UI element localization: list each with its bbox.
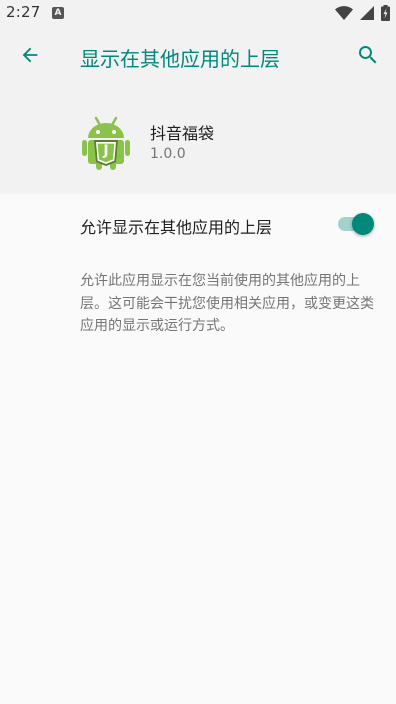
- cellular-signal-icon: [360, 6, 374, 20]
- toggle-thumb: [352, 213, 374, 235]
- android-app-icon: J: [82, 114, 130, 170]
- notification-icon: A: [52, 7, 64, 19]
- app-header: J 抖音福袋 1.0.0: [0, 88, 396, 194]
- status-icons: [335, 5, 390, 21]
- app-icon-letter: J: [103, 143, 109, 159]
- setting-description: 允许此应用显示在您当前使用的其他应用的上层。这可能会干扰您使用相关应用，或变更这…: [80, 273, 374, 334]
- allow-overlay-toggle[interactable]: [336, 212, 376, 236]
- search-button[interactable]: [350, 39, 386, 75]
- app-bar: 显示在其他应用的上层: [0, 26, 396, 88]
- battery-charging-icon: [381, 5, 390, 21]
- search-icon: [356, 43, 380, 71]
- allow-overlay-label: 允许显示在其他应用的上层: [80, 218, 273, 237]
- app-name: 抖音福袋: [150, 124, 215, 143]
- status-time: 2:27: [6, 3, 41, 21]
- arrow-left-icon: [19, 44, 41, 70]
- app-version: 1.0.0: [150, 146, 186, 162]
- back-button[interactable]: [12, 39, 48, 75]
- page-title: 显示在其他应用的上层: [80, 47, 280, 71]
- wifi-icon: [335, 6, 353, 20]
- status-bar: 2:27 A: [0, 0, 396, 26]
- allow-overlay-setting-row[interactable]: 允许显示在其他应用的上层: [0, 194, 396, 254]
